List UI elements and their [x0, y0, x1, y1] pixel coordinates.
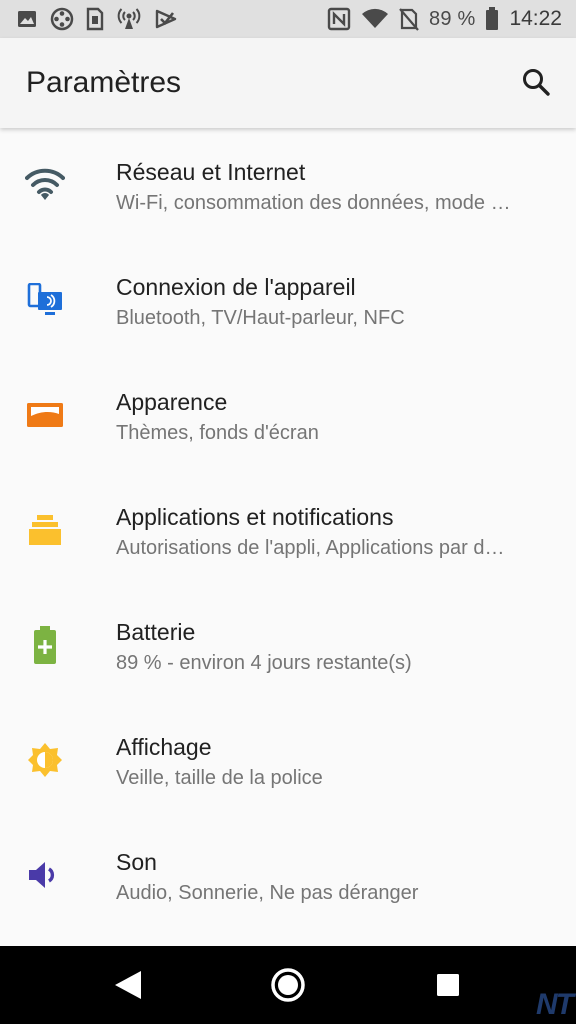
settings-item-display[interactable]: Affichage Veille, taille de la police: [0, 703, 576, 818]
image-icon: [16, 8, 38, 30]
apps-stack-icon: [22, 507, 68, 553]
navigation-bar: NT: [0, 946, 576, 1024]
wifi-icon: [22, 162, 68, 208]
item-subtitle: Autorisations de l'appli, Applications p…: [116, 537, 505, 559]
settings-item-device-connection[interactable]: Connexion de l'appareil Bluetooth, TV/Ha…: [0, 243, 576, 358]
item-subtitle: Wi-Fi, consommation des données, mode …: [116, 192, 511, 214]
settings-item-appearance[interactable]: Apparence Thèmes, fonds d'écran: [0, 358, 576, 473]
nfc-icon: [327, 7, 351, 31]
home-button[interactable]: [268, 965, 308, 1005]
watermark-logo: NT: [536, 988, 574, 1021]
no-sim-icon: [399, 7, 419, 31]
item-title: Connexion de l'appareil: [116, 274, 356, 300]
item-subtitle: Veille, taille de la police: [116, 767, 323, 789]
settings-item-network[interactable]: Réseau et Internet Wi-Fi, consommation d…: [0, 128, 576, 243]
back-icon: [115, 971, 141, 999]
wifi-icon: [361, 8, 389, 30]
film-reel-icon: [50, 7, 74, 31]
status-bar: 89 % 14:22: [0, 0, 576, 38]
item-title: Apparence: [116, 389, 228, 415]
clock: 14:22: [509, 7, 562, 30]
page-title: Paramètres: [26, 66, 182, 99]
volume-icon: [22, 852, 68, 898]
sim-card-icon: [86, 7, 104, 31]
settings-item-apps[interactable]: Applications et notifications Autorisati…: [0, 473, 576, 588]
item-subtitle: Bluetooth, TV/Haut-parleur, NFC: [116, 307, 405, 329]
app-bar: Paramètres: [0, 38, 576, 128]
wallpaper-icon: [22, 392, 68, 438]
hotspot-icon: [116, 7, 142, 31]
battery-percent: 89 %: [429, 7, 476, 30]
search-icon: [523, 69, 550, 96]
recents-button[interactable]: [428, 965, 468, 1005]
item-title: Réseau et Internet: [116, 159, 306, 185]
item-subtitle: Thèmes, fonds d'écran: [116, 422, 319, 444]
battery-icon: [485, 7, 499, 31]
settings-item-battery[interactable]: Batterie 89 % - environ 4 jours restante…: [0, 588, 576, 703]
recents-icon: [437, 974, 459, 996]
home-icon: [271, 968, 305, 1002]
item-subtitle: 89 % - environ 4 jours restante(s): [116, 652, 412, 674]
notification-icons: [16, 6, 178, 32]
item-title: Son: [116, 849, 157, 875]
back-button[interactable]: [108, 965, 148, 1005]
settings-list: Réseau et Internet Wi-Fi, consommation d…: [0, 128, 576, 946]
item-title: Applications et notifications: [116, 504, 394, 530]
device-connection-icon: [22, 277, 68, 323]
brightness-icon: [22, 737, 68, 783]
settings-item-sound[interactable]: Son Audio, Sonnerie, Ne pas déranger: [0, 818, 576, 933]
item-subtitle: Audio, Sonnerie, Ne pas déranger: [116, 882, 419, 904]
item-title: Batterie: [116, 619, 196, 645]
search-button[interactable]: [516, 62, 556, 102]
item-title: Affichage: [116, 734, 212, 760]
play-store-icon: [154, 8, 178, 30]
system-icons: 89 % 14:22: [327, 6, 562, 32]
battery-plus-icon: [22, 622, 68, 668]
